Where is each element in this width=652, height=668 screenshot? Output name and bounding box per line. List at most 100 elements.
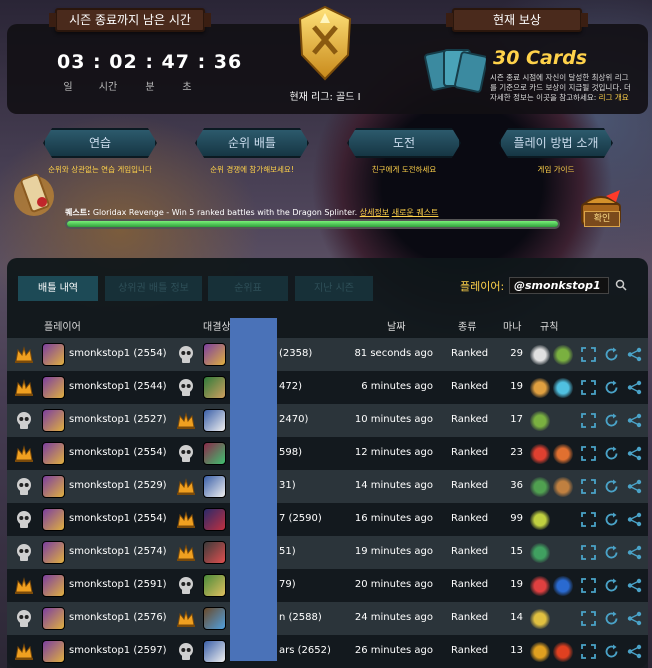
player-summoner-card[interactable] bbox=[42, 607, 65, 630]
opponent-name[interactable]: 51) bbox=[279, 546, 296, 557]
replay-icon[interactable] bbox=[604, 380, 619, 395]
opponent-name[interactable]: 79) bbox=[279, 579, 296, 590]
player-summoner-card[interactable] bbox=[42, 376, 65, 399]
share-icon[interactable] bbox=[627, 611, 642, 626]
player-name[interactable]: smonkstop1 (2591) bbox=[69, 579, 167, 590]
opponent-summoner-card[interactable] bbox=[203, 508, 226, 531]
player-summoner-card[interactable] bbox=[42, 475, 65, 498]
opponent-summoner-card[interactable] bbox=[203, 442, 226, 465]
expand-icon[interactable] bbox=[581, 611, 596, 626]
new-quest-link[interactable]: 새로운 퀘스트 bbox=[392, 208, 439, 217]
expand-icon[interactable] bbox=[581, 512, 596, 527]
opponent-summoner-card[interactable] bbox=[203, 640, 226, 663]
ranked-battle-button[interactable]: 순위 배틀 bbox=[195, 128, 309, 158]
opponent-name[interactable]: n (2588) bbox=[279, 612, 322, 623]
tab-top-battles[interactable]: 상위권 배틀 정보 bbox=[105, 276, 202, 301]
player-name[interactable]: smonkstop1 (2554) bbox=[69, 513, 167, 524]
tab-leaderboard[interactable]: 순위표 bbox=[208, 276, 288, 301]
opponent-name[interactable]: ars (2652) bbox=[279, 645, 331, 656]
player-name[interactable]: smonkstop1 (2544) bbox=[69, 381, 167, 392]
expand-icon[interactable] bbox=[581, 479, 596, 494]
battle-row[interactable]: smonkstop1 (2554) 7 (2590) 16 minutes ago R… bbox=[7, 503, 648, 536]
replay-icon[interactable] bbox=[604, 545, 619, 560]
opponent-summoner-card[interactable] bbox=[203, 343, 226, 366]
opponent-summoner-card[interactable] bbox=[203, 574, 226, 597]
opponent-summoner-card[interactable] bbox=[203, 409, 226, 432]
share-icon[interactable] bbox=[627, 512, 642, 527]
challenge-button[interactable]: 도전 bbox=[347, 128, 461, 158]
battle-row[interactable]: smonkstop1 (2554) 598) 12 minutes ago Ranke… bbox=[7, 437, 648, 470]
tab-battle-history[interactable]: 배틀 내역 bbox=[18, 276, 98, 301]
player-summoner-card[interactable] bbox=[42, 574, 65, 597]
opponent-name[interactable]: 31) bbox=[279, 480, 296, 491]
player-search-input[interactable]: @smonkstop1 bbox=[509, 277, 609, 294]
share-icon[interactable] bbox=[627, 545, 642, 560]
league-overview-link[interactable]: 리그 개요 bbox=[599, 93, 629, 102]
share-icon[interactable] bbox=[627, 347, 642, 362]
expand-icon[interactable] bbox=[581, 545, 596, 560]
player-summoner-card[interactable] bbox=[42, 541, 65, 564]
quest-details-link[interactable]: 상세정보 bbox=[360, 208, 389, 217]
share-icon[interactable] bbox=[627, 446, 642, 461]
battle-row[interactable]: smonkstop1 (2554) (2358) 81 seconds ago Ran… bbox=[7, 338, 648, 371]
opponent-name[interactable]: 598) bbox=[279, 447, 302, 458]
expand-icon[interactable] bbox=[581, 578, 596, 593]
player-summoner-card[interactable] bbox=[42, 343, 65, 366]
share-icon[interactable] bbox=[627, 479, 642, 494]
replay-icon[interactable] bbox=[604, 512, 619, 527]
replay-icon[interactable] bbox=[604, 578, 619, 593]
practice-button[interactable]: 연습 bbox=[43, 128, 157, 158]
rule-icon bbox=[530, 444, 550, 464]
opponent-summoner-card[interactable] bbox=[203, 607, 226, 630]
share-icon[interactable] bbox=[627, 413, 642, 428]
battle-row[interactable]: smonkstop1 (2544) 472) 6 minutes ago Ranked… bbox=[7, 371, 648, 404]
replay-icon[interactable] bbox=[604, 644, 619, 659]
opponent-name[interactable]: 472) bbox=[279, 381, 302, 392]
player-summoner-card[interactable] bbox=[42, 442, 65, 465]
expand-icon[interactable] bbox=[581, 347, 596, 362]
opponent-summoner-card[interactable] bbox=[203, 541, 226, 564]
player-name[interactable]: smonkstop1 (2574) bbox=[69, 546, 167, 557]
share-icon[interactable] bbox=[627, 578, 642, 593]
header-mana: 마나 bbox=[503, 322, 522, 333]
replay-icon[interactable] bbox=[604, 413, 619, 428]
how-to-play-button[interactable]: 플레이 방법 소개 bbox=[499, 128, 613, 158]
reward-description: 시즌 종료 시점에 자신이 달성한 최상위 리그를 기준으로 카드 보상이 지급… bbox=[490, 73, 632, 103]
opponent-name[interactable]: 2470) bbox=[279, 414, 308, 425]
opponent-name[interactable]: (2358) bbox=[279, 348, 312, 359]
player-name[interactable]: smonkstop1 (2554) bbox=[69, 447, 167, 458]
player-name[interactable]: smonkstop1 (2576) bbox=[69, 612, 167, 623]
opponent-summoner-card[interactable] bbox=[203, 475, 226, 498]
battle-row[interactable]: smonkstop1 (2574) 51) 19 minutes ago Ranked… bbox=[7, 536, 648, 569]
battle-row[interactable]: smonkstop1 (2591) 79) 20 minutes ago Ranked… bbox=[7, 569, 648, 602]
expand-icon[interactable] bbox=[581, 413, 596, 428]
expand-icon[interactable] bbox=[581, 380, 596, 395]
player-name[interactable]: smonkstop1 (2597) bbox=[69, 645, 167, 656]
expand-icon[interactable] bbox=[581, 644, 596, 659]
expand-icon[interactable] bbox=[581, 446, 596, 461]
player-summoner-card[interactable] bbox=[42, 640, 65, 663]
battle-row[interactable]: smonkstop1 (2597) ars (2652) 26 minutes ag… bbox=[7, 635, 648, 668]
share-icon[interactable] bbox=[627, 380, 642, 395]
player-name[interactable]: smonkstop1 (2529) bbox=[69, 480, 167, 491]
replay-icon[interactable] bbox=[604, 347, 619, 362]
search-icon[interactable] bbox=[615, 279, 627, 291]
player-summoner-card[interactable] bbox=[42, 508, 65, 531]
player-name[interactable]: smonkstop1 (2527) bbox=[69, 414, 167, 425]
battle-row[interactable]: smonkstop1 (2527) 2470) 10 minutes ago Rank… bbox=[7, 404, 648, 437]
opponent-summoner-card[interactable] bbox=[203, 376, 226, 399]
tab-last-season[interactable]: 지난 시즌 bbox=[295, 276, 373, 301]
player-summoner-card[interactable] bbox=[42, 409, 65, 432]
replay-icon[interactable] bbox=[604, 611, 619, 626]
replay-icon[interactable] bbox=[604, 479, 619, 494]
share-icon[interactable] bbox=[627, 644, 642, 659]
battle-row[interactable]: smonkstop1 (2529) 31) 14 minutes ago Ranked… bbox=[7, 470, 648, 503]
opponent-name[interactable]: 7 (2590) bbox=[279, 513, 322, 524]
rule-icon bbox=[553, 378, 573, 398]
claim-reward-button[interactable]: 확인 bbox=[584, 211, 620, 227]
header-date: 날짜 bbox=[387, 322, 406, 333]
rule-icon bbox=[553, 477, 573, 497]
replay-icon[interactable] bbox=[604, 446, 619, 461]
player-name[interactable]: smonkstop1 (2554) bbox=[69, 348, 167, 359]
battle-row[interactable]: smonkstop1 (2576) n (2588) 24 minutes ago R… bbox=[7, 602, 648, 635]
